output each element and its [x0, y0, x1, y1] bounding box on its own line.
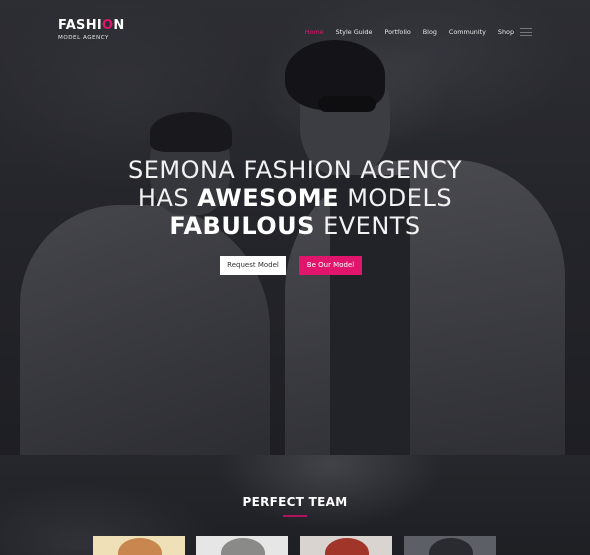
logo-tagline: MODEL AGENCY [58, 35, 109, 41]
team-member-photo [221, 538, 265, 555]
team-member-card[interactable] [300, 536, 392, 555]
nav-item-blog[interactable]: Blog [417, 27, 443, 37]
navbar: FASHION MODEL AGENCY Home Style Guide Po… [0, 0, 590, 62]
main-nav: Home Style Guide Portfolio Blog Communit… [299, 27, 520, 37]
be-our-model-button[interactable]: Be Our Model [299, 256, 362, 275]
title-underline [283, 515, 307, 517]
nav-item-style-guide[interactable]: Style Guide [330, 27, 379, 37]
team-section: PERFECT TEAM [0, 455, 590, 555]
team-member-card[interactable] [93, 536, 185, 555]
team-member-card[interactable] [196, 536, 288, 555]
team-member-photo [325, 538, 369, 555]
site-logo[interactable]: FASHION MODEL AGENCY [58, 18, 125, 41]
hero-headline-line-3: FABULOUS EVENTS [169, 212, 421, 240]
nav-item-portfolio[interactable]: Portfolio [378, 27, 416, 37]
nav-item-home[interactable]: Home [299, 27, 330, 37]
hero-section: FASHION MODEL AGENCY Home Style Guide Po… [0, 0, 590, 455]
request-model-button[interactable]: Request Model [220, 256, 286, 275]
nav-item-community[interactable]: Community [443, 27, 492, 37]
hero-headline-line-1: SEMONA FASHION AGENCY [127, 156, 463, 184]
hero-headline-line-2: HAS AWESOME MODELS [137, 184, 453, 212]
nav-item-shop[interactable]: Shop [492, 27, 520, 37]
logo-wordmark: FASHION [58, 18, 125, 33]
hamburger-icon[interactable] [520, 28, 532, 36]
team-member-card[interactable] [404, 536, 496, 555]
team-member-photo [429, 538, 473, 555]
team-section-title: PERFECT TEAM [242, 495, 348, 509]
team-member-photo [118, 538, 162, 555]
